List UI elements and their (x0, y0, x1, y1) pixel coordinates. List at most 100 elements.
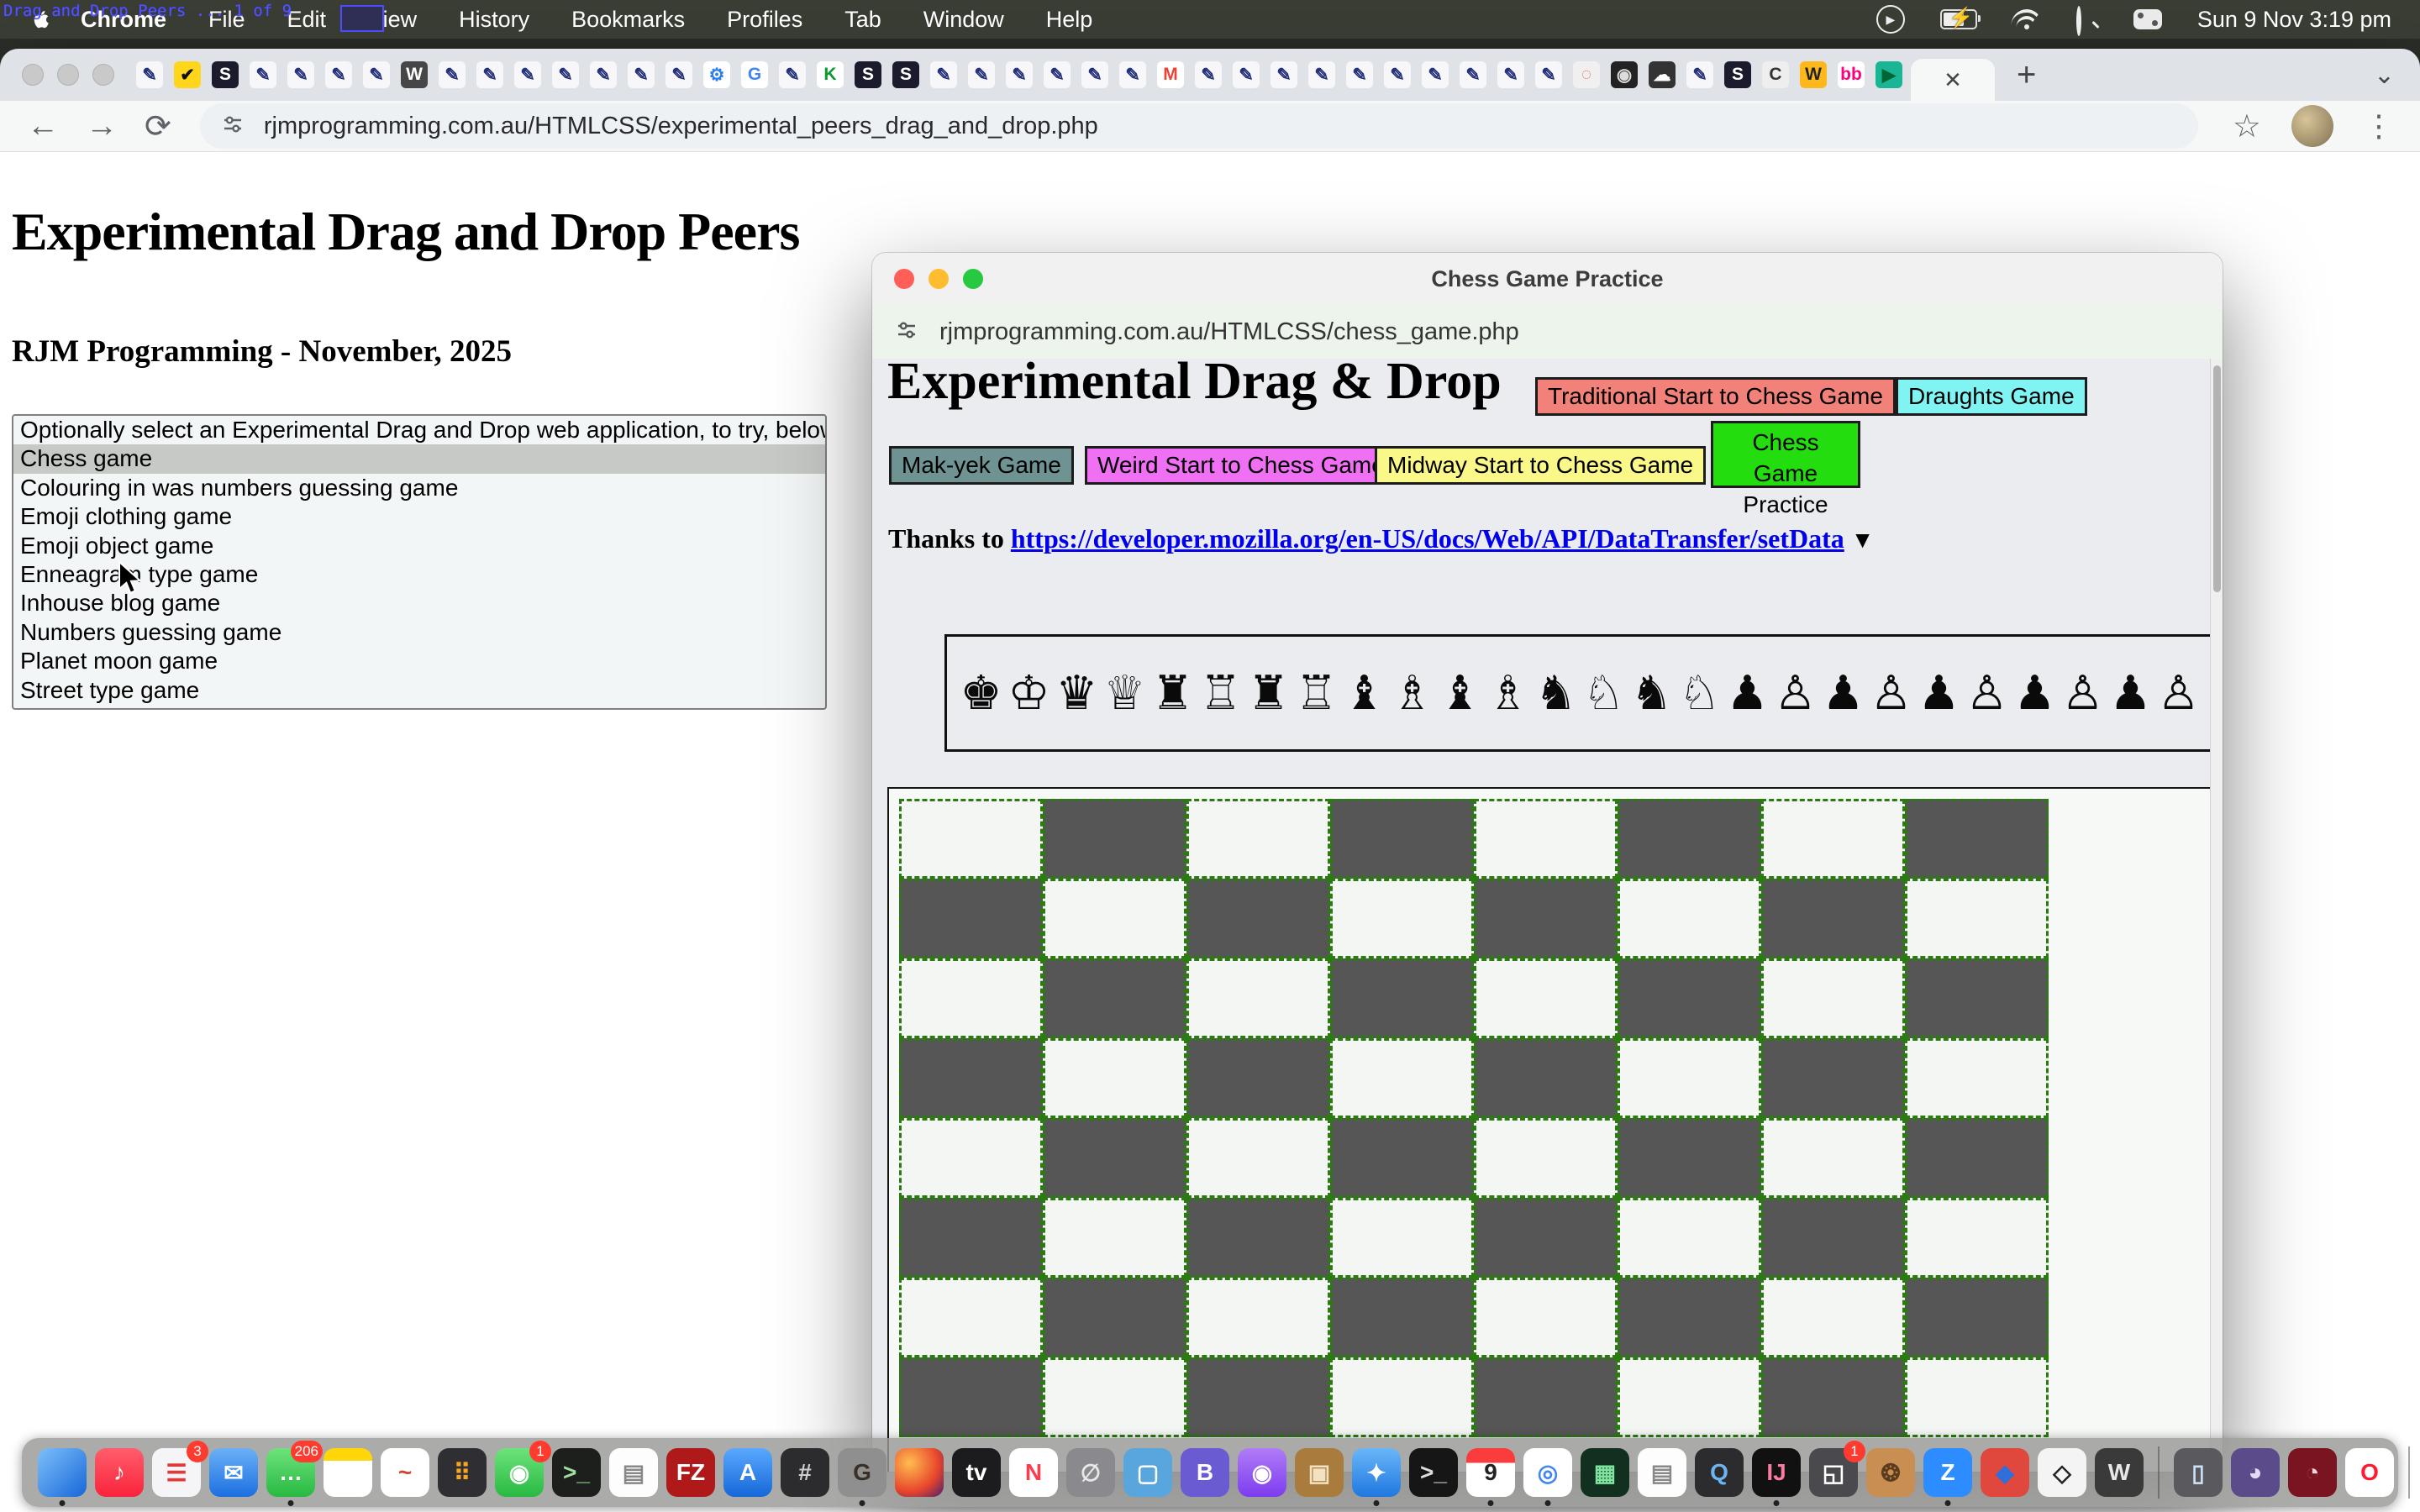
chess-piece[interactable]: ♘ (1676, 666, 1723, 721)
traditional-start-button[interactable]: Traditional Start to Chess Game (1535, 377, 1896, 416)
pinned-tab-c[interactable]: C (1762, 61, 1789, 88)
board-cell[interactable] (899, 1118, 1043, 1198)
pinned-tab-pen[interactable]: ✎ (1270, 61, 1297, 88)
board-cell[interactable] (1761, 879, 1905, 958)
draughts-game-button[interactable]: Draughts Game (1896, 377, 2087, 416)
pinned-tab-s[interactable]: S (1724, 61, 1751, 88)
pinned-tab-britbox[interactable]: bb (1838, 61, 1865, 88)
pinned-tab-wattpad[interactable]: W (1800, 61, 1827, 88)
dock-item-safari[interactable]: ✦ (1352, 1448, 1401, 1497)
pinned-tab-pen[interactable]: ✎ (287, 61, 314, 88)
board-cell[interactable] (1905, 1357, 2049, 1437)
pinned-tab-pen[interactable]: ✎ (1460, 61, 1486, 88)
dock-item-terminal[interactable]: >_ (552, 1448, 601, 1497)
chess-piece[interactable]: ♙ (1867, 666, 1915, 721)
control-center-icon[interactable] (2133, 9, 2162, 29)
chess-piece[interactable]: ♙ (2059, 666, 2107, 721)
chess-piece[interactable]: ♝ (1436, 666, 1484, 721)
board-cell[interactable] (899, 1038, 1043, 1118)
dock-item-finder[interactable] (38, 1448, 87, 1497)
chess-piece[interactable]: ♗ (1484, 666, 1532, 721)
dock-item-books[interactable]: ▣ (1295, 1448, 1344, 1497)
board-cell[interactable] (1905, 1038, 2049, 1118)
dock-item-intellij[interactable]: IJ (1752, 1448, 1801, 1497)
board-cell[interactable] (1330, 1198, 1474, 1278)
board-cell[interactable] (1474, 1357, 1618, 1437)
board-cell[interactable] (1043, 1198, 1186, 1278)
wifi-icon[interactable] (2012, 9, 2041, 29)
listbox-option[interactable]: Emoji clothing game (13, 502, 825, 531)
board-cell[interactable] (1043, 879, 1186, 958)
dock-item-virtualbox[interactable]: ◱1 (1809, 1448, 1858, 1497)
dock-item-chrome[interactable]: ◎ (1523, 1448, 1572, 1497)
board-cell[interactable] (1761, 1278, 1905, 1357)
dock-item-grapher[interactable]: ~ (381, 1448, 429, 1497)
board-cell[interactable] (1186, 958, 1330, 1038)
chess-piece[interactable]: ♟ (2107, 666, 2154, 721)
weird-start-button[interactable]: Weird Start to Chess Game (1085, 446, 1397, 485)
chess-piece[interactable]: ♟ (1819, 666, 1867, 721)
dock-item-cat-app[interactable]: ◕ (2231, 1448, 2280, 1497)
board-cell[interactable] (1043, 1357, 1186, 1437)
chess-piece[interactable]: ♖ (1197, 666, 1244, 721)
menu-item-tab[interactable]: Tab (844, 7, 881, 33)
pinned-tab-gear[interactable]: ⚙ (703, 61, 730, 88)
board-cell[interactable] (1474, 799, 1618, 879)
pinned-tab-pen[interactable]: ✎ (1044, 61, 1071, 88)
dock-item-reminders[interactable]: ☰3 (152, 1448, 201, 1497)
dock-item-apple-tv[interactable]: tv (952, 1448, 1001, 1497)
listbox-option[interactable]: Street type game (13, 676, 825, 705)
pinned-tab-pen[interactable]: ✎ (1686, 61, 1713, 88)
mdn-setdata-link[interactable]: https://developer.mozilla.org/en-US/docs… (1011, 523, 1844, 554)
pinned-tab-pen[interactable]: ✎ (666, 61, 692, 88)
pinned-tab-pen[interactable]: ✎ (136, 61, 163, 88)
board-cell[interactable] (1330, 879, 1474, 958)
board-cell[interactable] (899, 958, 1043, 1038)
board-cell[interactable] (1043, 799, 1186, 879)
mak-yek-game-button[interactable]: Mak-yek Game (889, 446, 1074, 485)
dock-item-quicktime[interactable]: Q (1695, 1448, 1744, 1497)
dock-item-calendar[interactable]: 9 (1466, 1448, 1515, 1497)
menubar-clock[interactable]: Sun 9 Nov 3:19 pm (2197, 7, 2391, 33)
menu-item-help[interactable]: Help (1046, 7, 1093, 33)
dock-item-terminal-2[interactable]: >_ (1409, 1448, 1458, 1497)
pinned-tab-pen[interactable]: ✎ (439, 61, 466, 88)
board-cell[interactable] (1761, 1118, 1905, 1198)
pinned-tab-pen[interactable]: ✎ (1535, 61, 1562, 88)
board-cell[interactable] (1618, 799, 1761, 879)
board-cell[interactable] (1905, 799, 2049, 879)
popup-site-settings-icon[interactable] (894, 318, 919, 347)
pinned-tab-google[interactable]: G (741, 61, 768, 88)
board-cell[interactable] (1186, 1357, 1330, 1437)
dock-item-gimp[interactable]: G (838, 1448, 886, 1497)
dock-item-mail[interactable]: ✉ (209, 1448, 258, 1497)
chess-piece[interactable]: ♖ (1292, 666, 1340, 721)
pinned-tab-s[interactable]: S (892, 61, 919, 88)
tab-search-chevron[interactable]: ⌄ (2374, 60, 2395, 90)
board-cell[interactable] (1474, 1198, 1618, 1278)
pinned-tab-wp[interactable]: W (401, 61, 428, 88)
dock-item-code-dark[interactable]: ▦ (1581, 1448, 1629, 1497)
listbox-option[interactable]: Optionally select an Experimental Drag a… (13, 416, 825, 444)
board-cell[interactable] (1761, 799, 1905, 879)
board-cell[interactable] (1330, 958, 1474, 1038)
board-cell[interactable] (1905, 1118, 2049, 1198)
dock-item-graphic-tool[interactable]: W (2095, 1448, 2144, 1497)
close-window-button[interactable] (22, 64, 44, 86)
chess-piece[interactable]: ♙ (1771, 666, 1819, 721)
chess-piece[interactable]: ♙ (2154, 666, 2202, 721)
back-button[interactable]: ← (27, 108, 59, 144)
dock-item-opera[interactable]: O (2345, 1448, 2394, 1497)
chess-piece[interactable]: ♚ (957, 666, 1005, 721)
pinned-tab-pen[interactable]: ✎ (968, 61, 995, 88)
address-bar[interactable]: rjmprogramming.com.au/HTMLCSS/experiment… (200, 103, 2198, 149)
chess-piece[interactable]: ♞ (1532, 666, 1580, 721)
menu-item-window[interactable]: Window (923, 7, 1004, 33)
pinned-tab-play[interactable]: ▶ (1876, 61, 1902, 88)
chess-piece[interactable]: ♕ (1101, 666, 1149, 721)
pinned-tab-s[interactable]: S (212, 61, 239, 88)
menu-item-history[interactable]: History (459, 7, 529, 33)
board-cell[interactable] (1618, 1118, 1761, 1198)
pinned-tab-pen[interactable]: ✎ (1422, 61, 1449, 88)
dock-item-zoom[interactable]: Z (1923, 1448, 1972, 1497)
